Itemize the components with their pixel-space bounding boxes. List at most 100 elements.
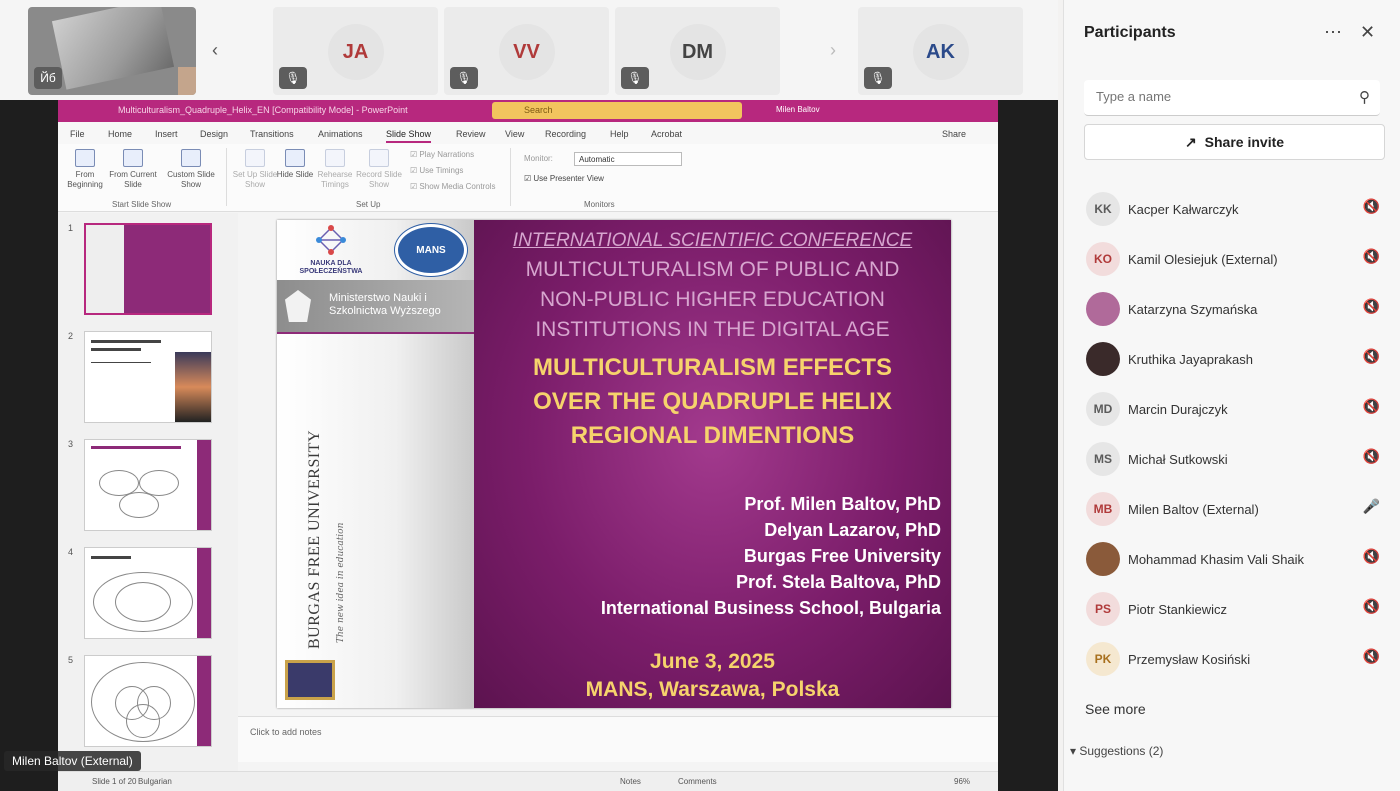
zoom-level[interactable]: 96% bbox=[954, 777, 970, 786]
tab-acrobat[interactable]: Acrobat bbox=[651, 129, 682, 139]
author-line: Burgas Free University bbox=[743, 546, 941, 566]
slide-left-panel: NAUKA DLA SPOŁECZEŃSTWA MANS Ministerstw… bbox=[277, 220, 474, 708]
button-label: From Current Slide bbox=[109, 170, 157, 189]
rehearse-button[interactable]: Rehearse Timings bbox=[310, 149, 360, 190]
participant-row[interactable]: MS Michał Sutkowski 🔇 bbox=[1084, 438, 1380, 482]
search-input[interactable] bbox=[1096, 89, 1336, 104]
participant-row[interactable]: MD Marcin Durajczyk 🔇 bbox=[1084, 388, 1380, 432]
language-status[interactable]: Bulgarian bbox=[138, 777, 172, 786]
tab-design[interactable]: Design bbox=[200, 129, 228, 139]
slideshow-icon bbox=[75, 149, 95, 167]
tab-transitions[interactable]: Transitions bbox=[250, 129, 294, 139]
play-narrations-checkbox[interactable]: ☑ Play Narrations bbox=[410, 150, 474, 159]
checkbox-label: Use Timings bbox=[419, 166, 464, 175]
custom-show-button[interactable]: Custom Slide Show bbox=[166, 149, 216, 190]
share-invite-button[interactable]: ↗ Share invite bbox=[1084, 124, 1385, 160]
notes-toggle[interactable]: Notes bbox=[620, 777, 641, 786]
use-timings-checkbox[interactable]: ☑ Use Timings bbox=[410, 166, 463, 175]
search-icon[interactable]: ⚲ bbox=[1359, 88, 1370, 106]
participant-row[interactable]: KO Kamil Olesiejuk (External) 🔇 bbox=[1084, 238, 1380, 282]
slide-thumb-4[interactable] bbox=[84, 547, 212, 639]
conference-subtitle: NON-PUBLIC HIGHER EDUCATION bbox=[540, 288, 885, 311]
tab-recording[interactable]: Recording bbox=[545, 129, 586, 139]
participant-name: Katarzyna Szymańska bbox=[1128, 302, 1258, 317]
camera-badge: Йб bbox=[34, 67, 62, 89]
mic-off-icon[interactable]: 🔇 bbox=[1363, 348, 1380, 365]
notes-pane[interactable]: Click to add notes bbox=[238, 716, 998, 762]
avatar: PS bbox=[1086, 592, 1120, 626]
nauka-label: NAUKA DLA SPOŁECZEŃSTWA bbox=[299, 260, 363, 275]
participant-name: Kacper Kałwarczyk bbox=[1128, 202, 1239, 217]
custom-show-icon bbox=[181, 149, 201, 167]
mic-off-icon[interactable]: 🔇 bbox=[1363, 548, 1380, 565]
participant-row[interactable]: Katarzyna Szymańska 🔇 bbox=[1084, 288, 1380, 332]
mic-off-icon[interactable]: 🔇 bbox=[1363, 648, 1380, 665]
participant-row[interactable]: Kruthika Jayaprakash 🔇 bbox=[1084, 338, 1380, 382]
mic-off-icon[interactable]: 🔇 bbox=[1363, 398, 1380, 415]
ppt-search[interactable]: Search bbox=[492, 102, 742, 119]
ppt-user[interactable]: Milen Baltov bbox=[776, 105, 820, 114]
ppt-share-button[interactable]: Share bbox=[942, 129, 966, 139]
slide-thumb-2[interactable] bbox=[84, 331, 212, 423]
next-arrow-icon[interactable]: › bbox=[830, 40, 836, 61]
tab-review[interactable]: Review bbox=[456, 129, 486, 139]
suggestions-label: Suggestions (2) bbox=[1079, 744, 1164, 758]
thumb-bar bbox=[197, 548, 211, 638]
mic-off-icon[interactable]: 🔇 bbox=[1363, 198, 1380, 215]
mic-off-icon[interactable]: 🔇 bbox=[1363, 598, 1380, 615]
slide-thumb-3[interactable] bbox=[84, 439, 212, 531]
tab-help[interactable]: Help bbox=[610, 129, 629, 139]
avatar bbox=[1086, 542, 1120, 576]
participant-row[interactable]: PS Piotr Stankiewicz 🔇 bbox=[1084, 588, 1380, 632]
presenter-view-checkbox[interactable]: ☑ Use Presenter View bbox=[524, 174, 604, 183]
thumb-number: 3 bbox=[68, 439, 74, 449]
group-label: Start Slide Show bbox=[112, 200, 172, 209]
participant-name: Piotr Stankiewicz bbox=[1128, 602, 1227, 617]
conference-date: June 3, 2025 bbox=[650, 650, 775, 673]
participant-name: Marcin Durajczyk bbox=[1128, 402, 1228, 417]
participants-panel: Participants ⋯ ✕ ⚲ ↗ Share invite KK Kacp… bbox=[1063, 0, 1400, 791]
more-options-icon[interactable]: ⋯ bbox=[1324, 22, 1342, 43]
show-media-checkbox[interactable]: ☑ Show Media Controls bbox=[410, 182, 495, 191]
participant-tile[interactable]: DM 🎙 bbox=[615, 7, 780, 95]
rehearse-icon bbox=[325, 149, 345, 167]
participant-tile[interactable]: VV 🎙 bbox=[444, 7, 609, 95]
slide-thumb-1[interactable] bbox=[84, 223, 212, 315]
mic-off-icon[interactable]: 🔇 bbox=[1363, 248, 1380, 265]
from-current-button[interactable]: From Current Slide bbox=[108, 149, 158, 190]
participant-tile[interactable]: AK 🎙 bbox=[858, 7, 1023, 95]
tab-animations[interactable]: Animations bbox=[318, 129, 363, 139]
record-button[interactable]: Record Slide Show bbox=[354, 149, 404, 190]
mic-off-icon[interactable]: 🔇 bbox=[1363, 298, 1380, 315]
see-more-link[interactable]: See more bbox=[1085, 701, 1146, 717]
prev-arrow-icon[interactable]: ‹ bbox=[212, 40, 218, 61]
tab-view[interactable]: View bbox=[505, 129, 524, 139]
participant-row[interactable]: MB Milen Baltov (External) 🎤 bbox=[1084, 488, 1380, 532]
comments-toggle[interactable]: Comments bbox=[678, 777, 717, 786]
slide-title: MULTICULTURALISM EFFECTS bbox=[532, 354, 893, 381]
close-icon[interactable]: ✕ bbox=[1360, 22, 1375, 43]
from-beginning-button[interactable]: From Beginning bbox=[60, 149, 110, 190]
participant-tile[interactable]: JA 🎙 bbox=[273, 7, 438, 95]
monitor-select[interactable]: Automatic bbox=[574, 152, 682, 166]
suggestions-header[interactable]: ▾ Suggestions (2) bbox=[1070, 744, 1163, 758]
button-label: From Beginning bbox=[67, 170, 103, 189]
tab-slide-show[interactable]: Slide Show bbox=[386, 129, 432, 143]
mic-off-icon: 🎙 bbox=[864, 67, 892, 89]
tab-home[interactable]: Home bbox=[108, 129, 132, 139]
mic-off-icon[interactable]: 🔇 bbox=[1363, 448, 1380, 465]
slide-thumb-5[interactable] bbox=[84, 655, 212, 747]
participant-row[interactable]: Mohammad Khasim Vali Shaik 🔇 bbox=[1084, 538, 1380, 582]
ppt-status-bar: Slide 1 of 20 Bulgarian Notes Comments 9… bbox=[58, 771, 998, 791]
participant-row[interactable]: KK Kacper Kałwarczyk 🔇 bbox=[1084, 188, 1380, 232]
mic-off-icon: 🎙 bbox=[621, 67, 649, 89]
mic-on-icon[interactable]: 🎤 bbox=[1363, 498, 1380, 515]
participant-row[interactable]: PK Przemysław Kosiński 🔇 bbox=[1084, 638, 1380, 682]
current-slide[interactable]: NAUKA DLA SPOŁECZEŃSTWA MANS Ministerstw… bbox=[277, 220, 951, 708]
tab-insert[interactable]: Insert bbox=[155, 129, 178, 139]
camera-tile[interactable]: Йб bbox=[28, 7, 196, 95]
participant-search[interactable]: ⚲ bbox=[1084, 80, 1380, 116]
conference-subtitle: MULTICULTURALISM OF PUBLIC AND bbox=[525, 258, 900, 281]
participant-name: Mohammad Khasim Vali Shaik bbox=[1128, 552, 1305, 567]
tab-file[interactable]: File bbox=[70, 129, 85, 139]
